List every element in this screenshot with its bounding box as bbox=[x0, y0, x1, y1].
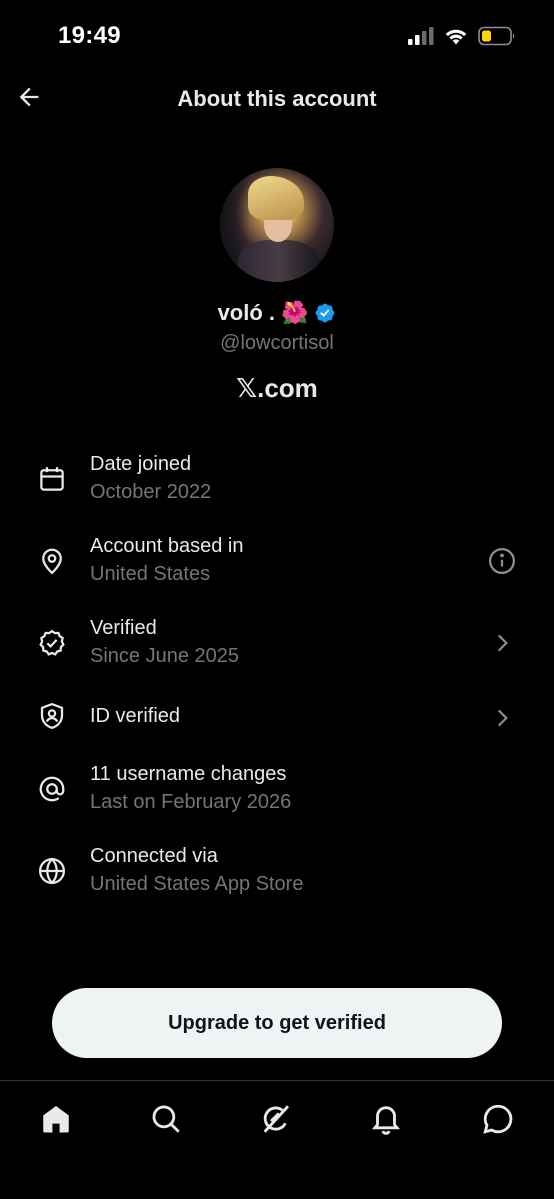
user-handle: @lowcortisol bbox=[220, 332, 334, 354]
info-text: Date joined October 2022 bbox=[90, 450, 211, 506]
info-subtitle: Since June 2025 bbox=[90, 645, 240, 667]
grok-icon bbox=[263, 1105, 290, 1133]
name-row: voló . 🌺 bbox=[0, 300, 554, 326]
verified-badge-icon bbox=[316, 303, 335, 323]
info-text: Connected via United States App Store bbox=[90, 842, 303, 898]
notifications-bell-icon bbox=[371, 1106, 401, 1135]
info-title: Connected via bbox=[90, 845, 218, 867]
info-text: 11 username changes Last on February 202… bbox=[90, 760, 291, 816]
tab-messages[interactable] bbox=[478, 1099, 518, 1139]
info-row-connected-via: Connected via United States App Store bbox=[0, 842, 554, 902]
at-sign-icon bbox=[36, 773, 68, 805]
globe-icon bbox=[36, 855, 68, 887]
chevron-right-icon bbox=[486, 627, 518, 659]
info-subtitle: October 2022 bbox=[90, 481, 212, 503]
info-row-date-joined: Date joined October 2022 bbox=[0, 450, 554, 510]
info-title: Date joined bbox=[90, 453, 192, 475]
avatar[interactable] bbox=[220, 168, 334, 282]
info-title: Account based in bbox=[90, 535, 244, 557]
info-button[interactable] bbox=[486, 545, 518, 577]
info-icon bbox=[489, 548, 515, 574]
info-text: ID verified bbox=[90, 702, 180, 730]
info-row-username-changes: 11 username changes Last on February 202… bbox=[0, 760, 554, 820]
info-subtitle: Last on February 2026 bbox=[90, 791, 292, 813]
tab-search[interactable] bbox=[146, 1099, 186, 1139]
status-bar: 19:49 bbox=[0, 0, 554, 72]
tab-notifications[interactable] bbox=[366, 1099, 406, 1139]
tab-grok[interactable] bbox=[256, 1099, 296, 1139]
flower-emoji: 🌺 bbox=[281, 300, 309, 325]
status-icons bbox=[408, 26, 516, 46]
wifi-icon bbox=[445, 29, 467, 45]
header: About this account bbox=[0, 72, 554, 128]
search-icon bbox=[152, 1105, 180, 1133]
status-time: 19:49 bbox=[58, 22, 121, 49]
platform-label: 𝕏.com bbox=[236, 373, 318, 403]
messages-icon bbox=[483, 1104, 513, 1134]
tab-home[interactable] bbox=[36, 1099, 76, 1139]
info-row-verified[interactable]: Verified Since June 2025 bbox=[0, 614, 554, 674]
info-title: 11 username changes bbox=[90, 763, 287, 785]
battery-low-icon bbox=[478, 26, 515, 46]
about-account-screen: 19:49 About this account voló . 🌺 @lowco… bbox=[0, 0, 554, 1199]
profile-section: voló . 🌺 @lowcortisol 𝕏.com bbox=[0, 168, 554, 404]
location-pin-icon bbox=[36, 545, 68, 577]
display-name: voló . bbox=[217, 300, 276, 325]
calendar-icon bbox=[36, 463, 68, 495]
home-icon bbox=[43, 1105, 69, 1133]
info-row-id-verified[interactable]: ID verified bbox=[0, 696, 554, 756]
chevron-right-icon bbox=[486, 702, 518, 734]
info-title: ID verified bbox=[90, 705, 181, 727]
bottom-tab-bar bbox=[0, 1080, 554, 1199]
verified-check-icon bbox=[36, 627, 68, 659]
info-text: Verified Since June 2025 bbox=[90, 614, 239, 670]
cellular-signal-icon bbox=[408, 27, 434, 45]
info-row-account-based-in: Account based in United States bbox=[0, 532, 554, 592]
upgrade-to-verified-button[interactable]: Upgrade to get verified bbox=[52, 988, 502, 1058]
page-title: About this account bbox=[177, 86, 377, 111]
info-title: Verified bbox=[90, 617, 157, 639]
info-subtitle: United States App Store bbox=[90, 873, 304, 895]
info-subtitle: United States bbox=[90, 563, 211, 585]
id-shield-icon bbox=[36, 700, 68, 732]
info-text: Account based in United States bbox=[90, 532, 243, 588]
